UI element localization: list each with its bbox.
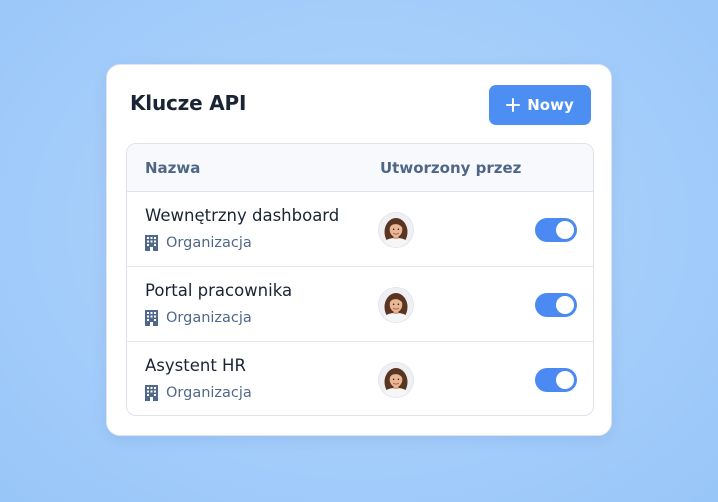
key-scope-label: Organizacja (166, 310, 252, 326)
plus-icon (506, 98, 521, 112)
api-keys-card: Klucze API Nowy Nazwa Utworzony przez We… (106, 64, 612, 436)
column-header-created-by: Utworzony przez (380, 159, 522, 177)
card-title: Klucze API (130, 91, 247, 115)
key-scope-label: Organizacja (166, 235, 252, 251)
new-key-button-label: Nowy (527, 96, 574, 114)
new-key-button[interactable]: Nowy (489, 85, 591, 125)
key-scope: Organizacja (145, 385, 252, 401)
toggle-knob (556, 296, 574, 314)
creator-avatar (379, 213, 413, 247)
creator-avatar (379, 363, 413, 397)
key-enabled-toggle[interactable] (535, 368, 577, 392)
building-icon (145, 385, 158, 401)
table-row: Wewnętrzny dashboard Organizacja (127, 192, 593, 267)
key-name: Asystent HR (145, 356, 246, 375)
column-header-name: Nazwa (145, 159, 201, 177)
key-enabled-toggle[interactable] (535, 218, 577, 242)
key-scope: Organizacja (145, 310, 252, 326)
toggle-knob (556, 221, 574, 239)
table-header: Nazwa Utworzony przez (127, 144, 593, 192)
building-icon (145, 235, 158, 251)
key-scope-label: Organizacja (166, 385, 252, 401)
key-scope: Organizacja (145, 235, 252, 251)
api-keys-table: Nazwa Utworzony przez Wewnętrzny dashboa… (126, 143, 594, 416)
toggle-knob (556, 371, 574, 389)
table-row: Portal pracownika Organizacja (127, 267, 593, 342)
key-enabled-toggle[interactable] (535, 293, 577, 317)
creator-avatar (379, 288, 413, 322)
table-row: Asystent HR Organizacja (127, 342, 593, 415)
key-name: Portal pracownika (145, 281, 293, 300)
key-name: Wewnętrzny dashboard (145, 206, 340, 225)
building-icon (145, 310, 158, 326)
